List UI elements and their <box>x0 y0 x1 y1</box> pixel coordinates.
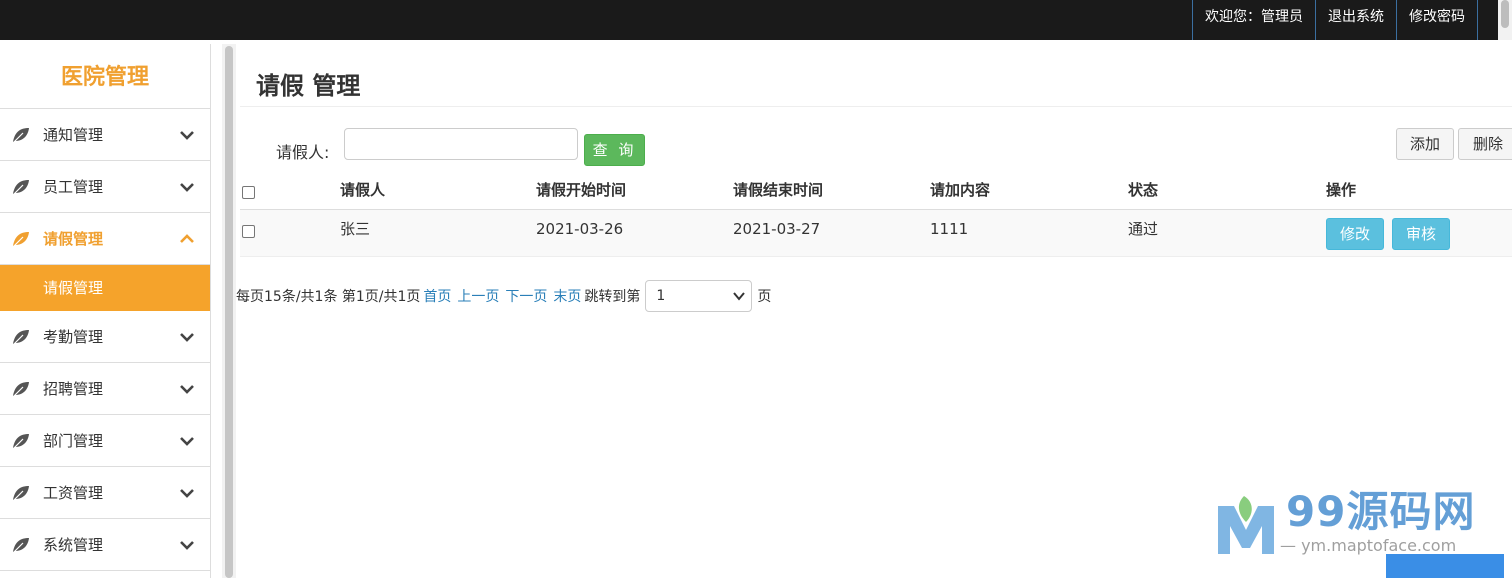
select-all-checkbox[interactable] <box>242 186 255 199</box>
col-header-status: 状态 <box>1128 181 1159 199</box>
pagination: 每页15条/共1条 第1页/共1页 首页 上一页 下一页 末页 跳转到第 1 页 <box>236 280 771 312</box>
jump-label: 跳转到第 <box>584 289 641 305</box>
sidebar-item-label: 系统管理 <box>43 536 104 554</box>
first-page-link[interactable]: 首页 <box>423 286 451 306</box>
chevron-up-icon <box>180 234 194 243</box>
chevron-down-icon <box>180 541 194 550</box>
col-header-end: 请假结束时间 <box>733 181 824 199</box>
chevron-down-icon <box>180 131 194 140</box>
sidebar-item-notice[interactable]: 通知管理 <box>0 109 210 161</box>
sidebar-item-system[interactable]: 系统管理 <box>0 519 210 571</box>
page-scrollbar[interactable] <box>1498 0 1512 40</box>
search-input[interactable] <box>344 128 578 160</box>
page-suffix: 页 <box>757 289 772 305</box>
watermark-url: — ym.maptoface.com <box>1280 536 1457 555</box>
sidebar-item-label: 请假管理 <box>43 230 104 248</box>
sidebar-item-staff[interactable]: 员工管理 <box>0 161 210 213</box>
sidebar-item-salary[interactable]: 工资管理 <box>0 467 210 519</box>
cell-applicant: 张三 <box>340 220 371 238</box>
page-select-value: 1 <box>656 288 666 304</box>
col-header-start: 请假开始时间 <box>536 181 627 199</box>
page-select[interactable]: 1 <box>645 280 753 312</box>
watermark-text: 99源码网 <box>1286 487 1476 536</box>
cell-content: 1111 <box>930 220 969 238</box>
chevron-down-icon <box>733 292 746 301</box>
table-row: 张三 2021-03-26 2021-03-27 1111 通过 修改 审核 <box>240 210 1512 257</box>
query-button[interactable]: 查 询 <box>584 134 645 166</box>
col-header-content: 请加内容 <box>930 181 991 199</box>
leaf-icon <box>12 232 29 248</box>
cell-end-date: 2021-03-27 <box>733 220 821 238</box>
sidebar-item-label: 通知管理 <box>43 126 104 144</box>
page-title: 请假 管理 <box>256 72 361 100</box>
chevron-down-icon <box>180 183 194 192</box>
sidebar-item-attendance[interactable]: 考勤管理 <box>0 311 210 363</box>
pager-summary: 每页15条/共1条 第1页/共1页 <box>236 289 421 305</box>
search-label: 请假人: <box>276 143 330 162</box>
watermark-logo <box>1218 496 1274 554</box>
logout-link[interactable]: 退出系统 <box>1315 0 1396 40</box>
submenu-item-leave[interactable]: 请假管理 <box>0 265 210 311</box>
top-links: 欢迎您：管理员 退出系统 修改密码 <box>1192 0 1478 40</box>
add-button[interactable]: 添加 <box>1396 128 1454 160</box>
sidebar-item-label: 部门管理 <box>43 432 104 450</box>
prev-page-link[interactable]: 上一页 <box>457 286 499 306</box>
watermark-badge <box>1386 554 1504 578</box>
brand-title: 医院管理 <box>0 44 210 109</box>
sidebar-item-recruit[interactable]: 招聘管理 <box>0 363 210 415</box>
leaf-icon <box>12 538 29 554</box>
cell-status: 通过 <box>1128 220 1159 238</box>
delete-button[interactable]: 删除 <box>1458 128 1512 160</box>
chevron-down-icon <box>180 333 194 342</box>
next-page-link[interactable]: 下一页 <box>505 286 547 306</box>
chevron-down-icon <box>180 437 194 446</box>
sidebar-item-label: 考勤管理 <box>43 328 104 346</box>
divider <box>240 106 1512 107</box>
leaf-icon <box>12 434 29 450</box>
watermark: 99源码网 — ym.maptoface.com <box>1210 474 1512 578</box>
sidebar-item-leave[interactable]: 请假管理 <box>0 213 210 265</box>
audit-button[interactable]: 审核 <box>1392 218 1450 250</box>
chevron-down-icon <box>180 489 194 498</box>
top-bar: 欢迎您：管理员 退出系统 修改密码 <box>0 0 1512 40</box>
last-page-link[interactable]: 末页 <box>553 286 581 306</box>
cell-start-date: 2021-03-26 <box>536 220 624 238</box>
sidebar-scrollbar[interactable] <box>222 44 236 578</box>
change-password-link[interactable]: 修改密码 <box>1396 0 1478 40</box>
edit-button[interactable]: 修改 <box>1326 218 1384 250</box>
col-header-actions: 操作 <box>1326 181 1357 199</box>
welcome-text: 欢迎您：管理员 <box>1192 0 1315 40</box>
sidebar-item-label: 工资管理 <box>43 484 104 502</box>
sidebar-item-label: 员工管理 <box>43 178 104 196</box>
leaf-icon <box>12 330 29 346</box>
leaf-icon <box>12 486 29 502</box>
leaf-icon <box>12 180 29 196</box>
row-checkbox[interactable] <box>242 225 255 238</box>
leaf-icon <box>12 128 29 144</box>
table-header: 请假人 请假开始时间 请假结束时间 请加内容 状态 操作 <box>240 172 1512 210</box>
sidebar-item-label: 招聘管理 <box>43 380 104 398</box>
sidebar: 医院管理 通知管理 员工管理 请假管理 请假管理 考勤管理 招聘管理 部门管理 … <box>0 44 211 578</box>
chevron-down-icon <box>180 385 194 394</box>
leaf-icon <box>12 382 29 398</box>
sidebar-item-department[interactable]: 部门管理 <box>0 415 210 467</box>
col-header-applicant: 请假人 <box>340 181 386 199</box>
